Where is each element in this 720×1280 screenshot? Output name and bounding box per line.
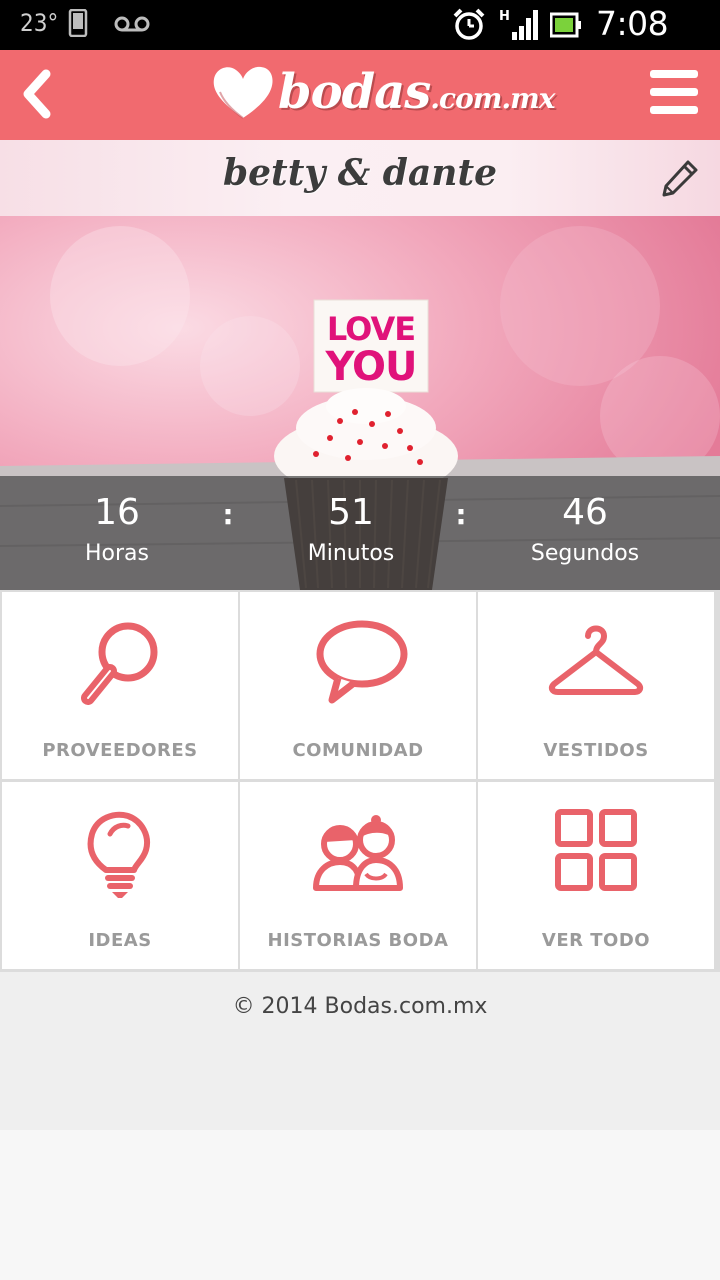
battery-icon	[549, 12, 582, 42]
hero-image: LOVE YOU 16 Horas : 51 Minutos : 46 Segu…	[0, 216, 720, 590]
seconds-value: 46	[562, 492, 608, 533]
tile-label: COMUNIDAD	[292, 740, 424, 761]
menu-button[interactable]	[646, 68, 702, 120]
couple-bar: betty & dante	[0, 140, 720, 216]
chevron-left-icon	[23, 69, 51, 119]
minutes-label: Minutos	[307, 541, 395, 566]
tile-label: PROVEEDORES	[42, 740, 198, 761]
lightbulb-icon	[87, 811, 150, 898]
tile-label: VER TODO	[541, 930, 651, 951]
tile-label: HISTORIAS BODA	[267, 930, 449, 951]
love-you-card: LOVE YOU	[314, 310, 428, 390]
grid-icon	[555, 809, 637, 891]
speech-bubble-icon	[316, 620, 408, 704]
logo-text: bodas.com.mx	[278, 64, 555, 120]
svg-text:H: H	[499, 9, 510, 24]
alarm-icon	[452, 8, 486, 46]
tile-label: VESTIDOS	[543, 740, 649, 761]
pencil-icon	[662, 160, 698, 197]
separator: :	[455, 498, 467, 531]
voicemail-icon	[114, 15, 150, 37]
couple-names: betty & dante	[222, 152, 498, 194]
tile-comunidad[interactable]: COMUNIDAD	[240, 592, 476, 779]
tile-ver-todo[interactable]: VER TODO	[478, 782, 714, 969]
tile-ideas[interactable]: IDEAS	[2, 782, 238, 969]
tile-label: IDEAS	[88, 930, 152, 951]
edit-button[interactable]	[660, 158, 700, 198]
tile-vestidos[interactable]: VESTIDOS	[478, 592, 714, 779]
phone-icon	[68, 8, 88, 41]
app-header: bodas.com.mx	[0, 50, 720, 140]
couple-icon	[313, 815, 403, 891]
separator: :	[222, 498, 234, 531]
copyright-text: © 2014 Bodas.com.mx	[232, 994, 488, 1019]
tile-historias-boda[interactable]: HISTORIAS BODA	[240, 782, 476, 969]
menu-grid: PROVEEDORES COMUNIDAD VESTIDOS IDEAS HIS…	[0, 590, 720, 972]
hanger-icon	[548, 625, 644, 695]
empty-area	[0, 1130, 720, 1280]
hours-value: 16	[94, 492, 140, 533]
back-button[interactable]	[14, 64, 64, 124]
status-bar: 23° H 7:08 am	[0, 0, 720, 82]
bodas-logo[interactable]: bodas.com.mx	[210, 58, 555, 132]
heart-logo-icon	[213, 66, 273, 119]
footer: © 2014 Bodas.com.mx	[0, 972, 720, 1130]
tile-proveedores[interactable]: PROVEEDORES	[2, 592, 238, 779]
temperature-text: 23°	[20, 9, 59, 37]
card-line-1: LOVE	[326, 310, 416, 348]
seconds-label: Segundos	[530, 541, 640, 566]
magnifier-icon	[81, 622, 158, 705]
countdown-bar: 16 Horas : 51 Minutos : 46 Segundos	[0, 476, 720, 590]
hours-label: Horas	[85, 541, 149, 566]
card-line-2: YOU	[325, 344, 417, 390]
signal-icon: H	[498, 8, 540, 46]
minutes-value: 51	[328, 492, 374, 533]
